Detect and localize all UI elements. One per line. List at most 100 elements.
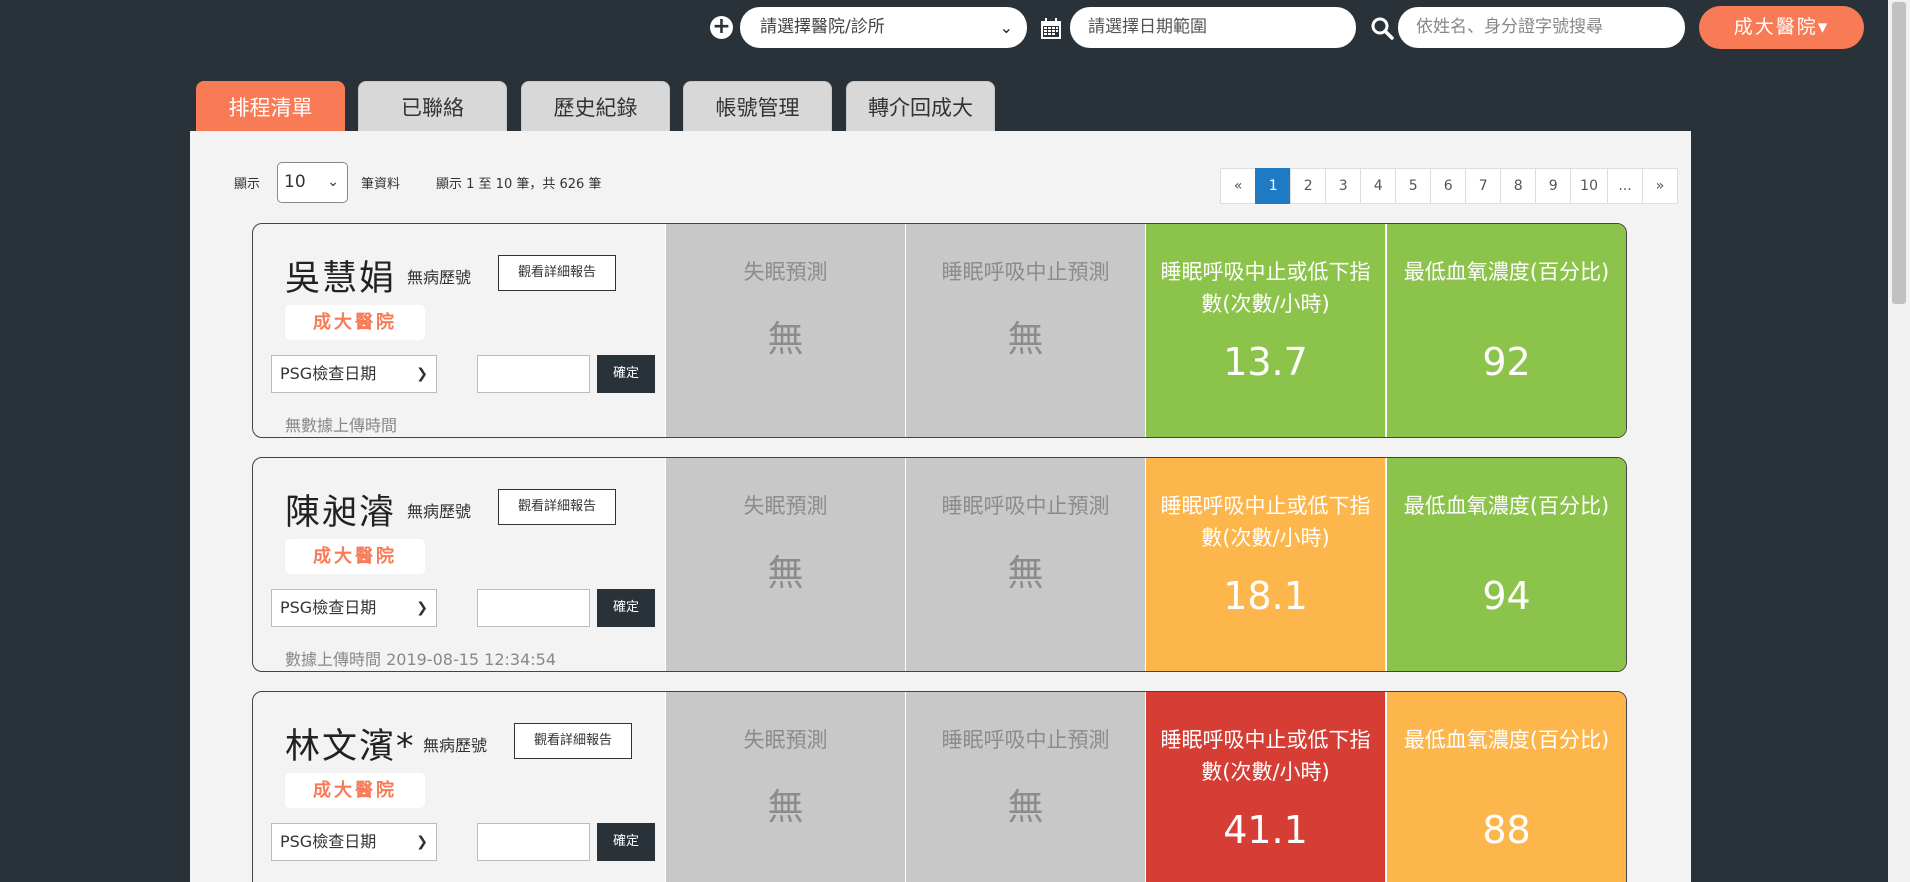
page-9[interactable]: 9 xyxy=(1535,168,1572,204)
apnea-prediction-cell: 睡眠呼吸中止預測 無 xyxy=(905,692,1145,882)
records-label: 筆資料 xyxy=(361,177,401,192)
hospital-badge: 成大醫院 xyxy=(285,773,425,808)
page-2[interactable]: 2 xyxy=(1290,168,1327,204)
apnea-label: 睡眠呼吸中止預測 xyxy=(941,494,1110,518)
chevron-down-icon: ❯ xyxy=(416,366,428,382)
ahi-value: 41.1 xyxy=(1223,808,1308,852)
ahi-label: 睡眠呼吸中止或低下指數(次數/小時) xyxy=(1160,494,1371,550)
confirm-button[interactable]: 確定 xyxy=(597,355,655,393)
insomnia-prediction-cell: 失眠預測 無 xyxy=(665,458,905,671)
table-info: 顯示 1 至 10 筆，共 626 筆 xyxy=(436,177,602,192)
record-number: 無病歷號 xyxy=(407,502,472,521)
chevron-down-icon: ⌄ xyxy=(327,174,339,190)
show-label: 顯示 xyxy=(234,177,261,192)
date-range-placeholder: 請選擇日期範圍 xyxy=(1088,17,1207,37)
patient-name: 陳昶濬 xyxy=(285,493,397,533)
page-5[interactable]: 5 xyxy=(1395,168,1432,204)
top-bar: + 請選擇醫院/診所 ⌄ 請選擇日期範圍 依姓名、身分證字號搜尋 成大醫院▾ xyxy=(0,0,1888,55)
apnea-value: 無 xyxy=(1007,319,1044,360)
view-report-button[interactable]: 觀看詳細報告 xyxy=(514,723,632,759)
page-1[interactable]: 1 xyxy=(1255,168,1292,204)
psg-date-input[interactable] xyxy=(477,589,590,627)
chevron-down-icon: ❯ xyxy=(416,834,428,850)
date-range-input[interactable]: 請選擇日期範圍 xyxy=(1070,7,1356,48)
page-8[interactable]: 8 xyxy=(1500,168,1537,204)
insomnia-prediction-cell: 失眠預測 無 xyxy=(665,692,905,882)
upload-time: 數據上傳時間 2019-08-15 12:34:54 xyxy=(285,650,557,669)
page-size-select[interactable]: 10 ⌄ xyxy=(277,162,348,203)
apnea-label: 睡眠呼吸中止預測 xyxy=(941,260,1110,284)
spo2-value: 88 xyxy=(1482,808,1531,852)
patient-card: 林文濱* 無病歷號 觀看詳細報告 成大醫院 PSG檢查日期 ❯ 確定 失眠預測 … xyxy=(252,691,1627,882)
psg-select-label: PSG檢查日期 xyxy=(280,832,377,851)
scrollbar-thumb[interactable] xyxy=(1892,2,1906,304)
page-prev[interactable]: « xyxy=(1220,168,1257,204)
pagination: « 1 2 3 4 5 6 7 8 9 10 ... » xyxy=(1220,168,1678,204)
apnea-value: 無 xyxy=(1007,787,1044,828)
chevron-down-icon: ⌄ xyxy=(999,18,1013,37)
ahi-value: 18.1 xyxy=(1223,574,1308,618)
patient-name: 林文濱* xyxy=(285,727,416,767)
psg-date-input[interactable] xyxy=(477,823,590,861)
page-3[interactable]: 3 xyxy=(1325,168,1362,204)
insomnia-label: 失眠預測 xyxy=(743,494,828,518)
spo2-label: 最低血氧濃度(百分比) xyxy=(1403,494,1610,518)
psg-select-label: PSG檢查日期 xyxy=(280,364,377,383)
insomnia-value: 無 xyxy=(767,553,804,594)
search-input[interactable]: 依姓名、身分證字號搜尋 xyxy=(1398,7,1685,48)
spo2-value: 92 xyxy=(1482,340,1531,384)
page-size-value: 10 xyxy=(284,172,306,192)
page-10[interactable]: 10 xyxy=(1570,168,1608,204)
hospital-badge: 成大醫院 xyxy=(285,305,425,340)
spo2-value: 94 xyxy=(1482,574,1531,618)
scrollbar[interactable] xyxy=(1888,0,1910,882)
hospital-select-placeholder: 請選擇醫院/診所 xyxy=(760,17,885,37)
search-icon[interactable] xyxy=(1370,16,1394,40)
insomnia-label: 失眠預測 xyxy=(743,260,828,284)
page-next[interactable]: » xyxy=(1642,168,1678,204)
psg-date-input[interactable] xyxy=(477,355,590,393)
hospital-select[interactable]: 請選擇醫院/診所 ⌄ xyxy=(740,7,1027,48)
calendar-icon[interactable] xyxy=(1039,17,1063,41)
insomnia-label: 失眠預測 xyxy=(743,728,828,752)
confirm-button[interactable]: 確定 xyxy=(597,823,655,861)
psg-date-select[interactable]: PSG檢查日期 ❯ xyxy=(271,355,437,393)
page-7[interactable]: 7 xyxy=(1465,168,1502,204)
ahi-label: 睡眠呼吸中止或低下指數(次數/小時) xyxy=(1160,260,1371,316)
psg-date-select[interactable]: PSG檢查日期 ❯ xyxy=(271,823,437,861)
spo2-cell: 最低血氧濃度(百分比) 94 xyxy=(1386,458,1626,671)
spo2-label: 最低血氧濃度(百分比) xyxy=(1403,260,1610,284)
psg-select-label: PSG檢查日期 xyxy=(280,598,377,617)
page-6[interactable]: 6 xyxy=(1430,168,1467,204)
hospital-dropdown-button[interactable]: 成大醫院▾ xyxy=(1699,6,1864,49)
spo2-label: 最低血氧濃度(百分比) xyxy=(1403,728,1610,752)
spo2-cell: 最低血氧濃度(百分比) 92 xyxy=(1386,224,1626,437)
search-placeholder: 依姓名、身分證字號搜尋 xyxy=(1416,17,1603,37)
apnea-prediction-cell: 睡眠呼吸中止預測 無 xyxy=(905,224,1145,437)
hospital-badge: 成大醫院 xyxy=(285,539,425,574)
ahi-label: 睡眠呼吸中止或低下指數(次數/小時) xyxy=(1160,728,1371,784)
apnea-label: 睡眠呼吸中止預測 xyxy=(941,728,1110,752)
ahi-cell: 睡眠呼吸中止或低下指數(次數/小時) 41.1 xyxy=(1145,692,1385,882)
main-panel: 顯示 10 ⌄ 筆資料 顯示 1 至 10 筆，共 626 筆 « 1 2 3 … xyxy=(190,131,1691,882)
insomnia-prediction-cell: 失眠預測 無 xyxy=(665,224,905,437)
ahi-cell: 睡眠呼吸中止或低下指數(次數/小時) 13.7 xyxy=(1145,224,1385,437)
page-ellipsis[interactable]: ... xyxy=(1607,168,1643,204)
upload-time: 無數據上傳時間 xyxy=(285,416,398,435)
ahi-value: 13.7 xyxy=(1223,340,1308,384)
patient-name: 吳慧娟 xyxy=(285,259,397,299)
add-icon[interactable]: + xyxy=(710,16,733,39)
record-number: 無病歷號 xyxy=(423,736,488,755)
psg-date-select[interactable]: PSG檢查日期 ❯ xyxy=(271,589,437,627)
apnea-value: 無 xyxy=(1007,553,1044,594)
apnea-prediction-cell: 睡眠呼吸中止預測 無 xyxy=(905,458,1145,671)
record-number: 無病歷號 xyxy=(407,268,472,287)
ahi-cell: 睡眠呼吸中止或低下指數(次數/小時) 18.1 xyxy=(1145,458,1385,671)
insomnia-value: 無 xyxy=(767,319,804,360)
confirm-button[interactable]: 確定 xyxy=(597,589,655,627)
insomnia-value: 無 xyxy=(767,787,804,828)
chevron-down-icon: ❯ xyxy=(416,600,428,616)
page-4[interactable]: 4 xyxy=(1360,168,1397,204)
view-report-button[interactable]: 觀看詳細報告 xyxy=(498,255,616,291)
view-report-button[interactable]: 觀看詳細報告 xyxy=(498,489,616,525)
